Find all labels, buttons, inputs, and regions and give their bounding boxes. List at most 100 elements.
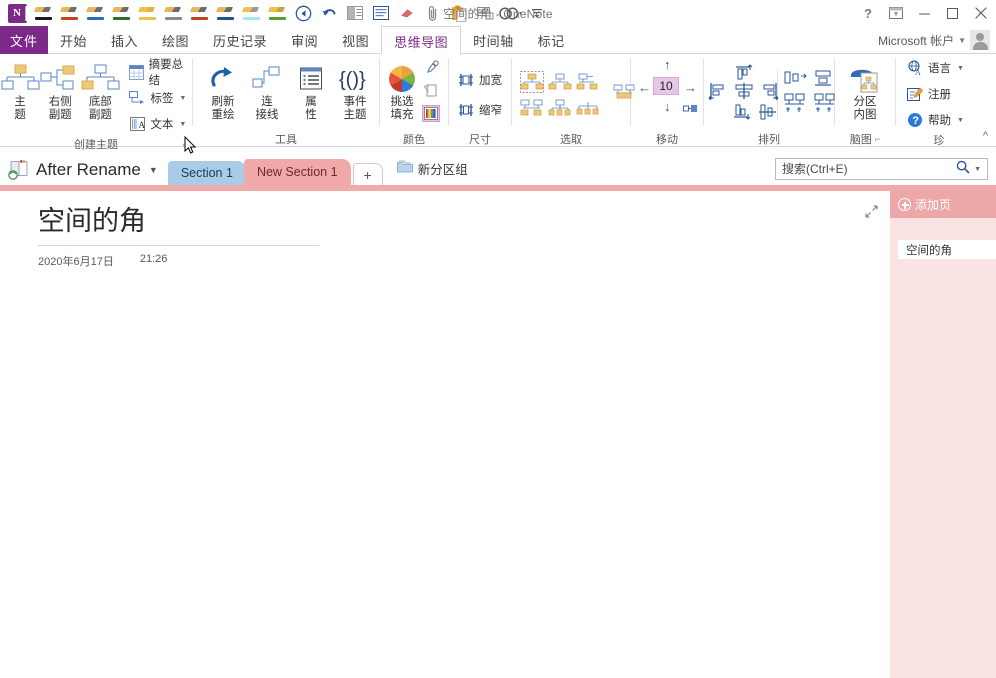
pen-navy-icon[interactable]: [212, 1, 238, 25]
minimize-button[interactable]: [910, 0, 938, 26]
tab-timeline[interactable]: 时间轴: [461, 26, 526, 54]
format-painter-icon[interactable]: [423, 83, 439, 103]
full-page-view-icon[interactable]: [368, 1, 394, 25]
maximize-button[interactable]: [938, 0, 966, 26]
button-narrow[interactable]: 缩窄: [455, 98, 504, 122]
expand-arrows-icon[interactable]: [865, 205, 878, 221]
select-leaves-icon[interactable]: [574, 95, 602, 121]
select-branch-icon[interactable]: [574, 69, 602, 95]
chevron-down-icon: ▼: [179, 121, 186, 128]
tab-home[interactable]: 开始: [48, 26, 99, 54]
page-date[interactable]: 2020年6月17日: [38, 253, 114, 269]
search-dropdown-icon[interactable]: ▼: [974, 166, 981, 173]
notebook-selector[interactable]: After Rename ▼: [0, 155, 158, 185]
distribute-v-icon[interactable]: [813, 68, 837, 93]
page-canvas[interactable]: 空间的角 2020年6月17日 21:26: [0, 191, 890, 678]
select-subtree-icon[interactable]: [546, 95, 574, 121]
search-icon[interactable]: [956, 160, 970, 179]
ribbon-display-options-button[interactable]: [882, 0, 910, 26]
tab-mindmap[interactable]: 思维导图: [381, 26, 461, 55]
button-register[interactable]: 注册: [904, 82, 953, 106]
tab-history[interactable]: 历史记录: [201, 26, 279, 54]
pen-black-icon[interactable]: [30, 1, 56, 25]
distribute-h-icon[interactable]: [783, 68, 809, 93]
page-title[interactable]: 空间的角: [38, 204, 318, 242]
page-title-area[interactable]: 空间的角 2020年6月17日 21:26: [38, 204, 318, 269]
section-tab-new-section-1[interactable]: New Section 1: [244, 159, 351, 185]
pen-green-icon[interactable]: [264, 1, 290, 25]
search-input[interactable]: [782, 162, 956, 176]
section-group-item[interactable]: 新分区组: [397, 155, 468, 185]
move-node-icon[interactable]: [683, 101, 697, 119]
close-button[interactable]: [966, 0, 996, 26]
select-all-icon[interactable]: [518, 69, 546, 95]
clipboard-paste-icon[interactable]: [446, 1, 472, 25]
help-button[interactable]: ?: [854, 0, 882, 26]
pen-cyan-icon[interactable]: [238, 1, 264, 25]
attach-file-icon[interactable]: [420, 1, 446, 25]
ribbon-group-size: 加宽 缩窄 尺寸: [449, 54, 511, 147]
button-refresh-redraw[interactable]: 刷新 重绘: [201, 58, 245, 122]
move-right-button[interactable]: →: [684, 81, 697, 94]
add-section-button[interactable]: +: [353, 163, 383, 185]
back-button[interactable]: [290, 1, 316, 25]
dialog-launcher-create-topic[interactable]: ⌐: [183, 139, 188, 149]
section-tab-section-1[interactable]: Section 1: [168, 161, 246, 185]
button-widen[interactable]: 加宽: [455, 68, 504, 92]
account-area[interactable]: Microsoft 帐户 ▼: [878, 26, 996, 54]
spread-h-icon[interactable]: [783, 92, 809, 119]
align-left-icon[interactable]: [708, 81, 730, 106]
keyboard-icon[interactable]: [472, 1, 498, 25]
avatar[interactable]: [970, 30, 990, 50]
button-connector-line[interactable]: 连 接线: [245, 58, 289, 122]
button-text[interactable]: A 文本 ▼: [126, 112, 192, 136]
button-main-topic[interactable]: 主 题: [0, 58, 40, 122]
button-help[interactable]: ? 帮助 ▼: [904, 108, 966, 132]
button-summary[interactable]: 摘要总结: [126, 60, 192, 84]
pen-orange-red-icon[interactable]: [56, 1, 82, 25]
dialog-launcher-mindmap[interactable]: ⌐: [875, 134, 880, 144]
page-list-item[interactable]: 空间的角: [898, 240, 996, 259]
collapse-ribbon-button[interactable]: ^: [983, 130, 988, 142]
tab-view[interactable]: 视图: [330, 26, 381, 54]
tab-review[interactable]: 审阅: [279, 26, 330, 54]
select-level-icon[interactable]: [518, 95, 546, 121]
move-up-button[interactable]: ↑: [664, 58, 671, 71]
move-step-value[interactable]: 10: [653, 77, 679, 95]
page-time[interactable]: 21:26: [140, 253, 168, 269]
tab-draw[interactable]: 绘图: [150, 26, 201, 54]
undo-button[interactable]: [316, 1, 342, 25]
tab-file[interactable]: 文件: [0, 26, 48, 54]
pen-yellow-icon[interactable]: [134, 1, 160, 25]
button-pick-fill[interactable]: 挑选 填充: [382, 58, 422, 122]
pen-red-icon[interactable]: [186, 1, 212, 25]
move-down-button[interactable]: ↓: [664, 100, 671, 113]
move-left-button[interactable]: ←: [638, 81, 651, 94]
notebook-name: After Rename: [36, 160, 141, 180]
pen-blue-icon[interactable]: [82, 1, 108, 25]
align-middle-icon[interactable]: [757, 102, 779, 127]
button-tag[interactable]: 标签 ▼: [126, 86, 192, 110]
button-bottom-subtopic[interactable]: 底部 副题: [80, 58, 120, 122]
button-section-map[interactable]: 分区 内图: [843, 58, 887, 122]
customize-qat-icon[interactable]: [524, 1, 550, 25]
button-properties[interactable]: 属 性: [289, 58, 333, 122]
tab-insert[interactable]: 插入: [99, 26, 150, 54]
eraser-icon[interactable]: [394, 1, 420, 25]
chevron-down-icon[interactable]: ▼: [149, 165, 158, 175]
button-event-topic[interactable]: {()} 事件 主题: [333, 58, 377, 122]
align-bottom-icon[interactable]: [732, 102, 754, 127]
dock-window-icon[interactable]: [342, 1, 368, 25]
button-right-subtopic[interactable]: 右侧 副题: [40, 58, 80, 122]
pen-gray-icon[interactable]: [160, 1, 186, 25]
eyedropper-icon[interactable]: [423, 60, 439, 81]
button-pick-fill-line1: 挑选: [391, 96, 414, 109]
add-page-button[interactable]: 添加页: [890, 191, 996, 218]
color-palette-icon[interactable]: [422, 105, 440, 122]
select-siblings-icon[interactable]: [546, 69, 574, 95]
link-rings-icon[interactable]: [498, 1, 524, 25]
tab-mark[interactable]: 标记: [526, 26, 577, 54]
pen-dark-green-icon[interactable]: [108, 1, 134, 25]
button-language[interactable]: A 语言 ▼: [904, 56, 966, 80]
search-box[interactable]: ▼: [775, 158, 988, 180]
